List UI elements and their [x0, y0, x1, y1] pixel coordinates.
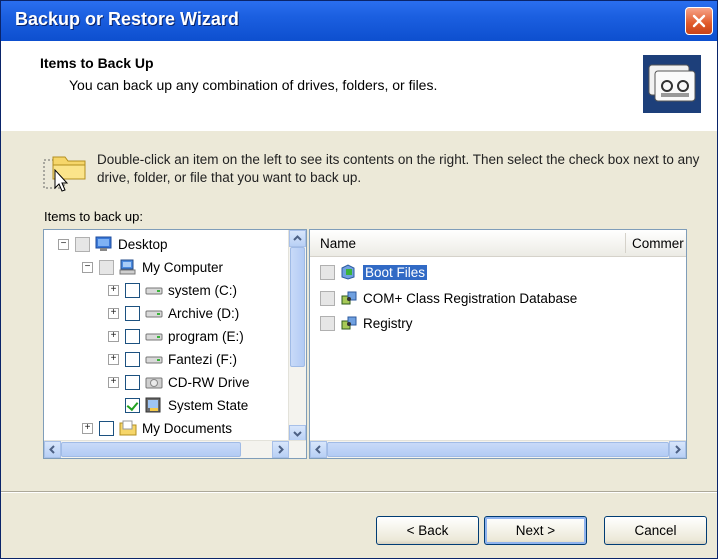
scroll-thumb[interactable]	[327, 442, 669, 457]
select-items-hint-icon	[43, 156, 86, 192]
items-to-back-up-label: Items to back up:	[44, 209, 143, 224]
computer-icon	[119, 259, 136, 275]
system-state-icon	[145, 397, 161, 413]
tree-item-fantezi-f[interactable]: + Fantezi (F:)	[108, 349, 237, 369]
tree-item-my-documents[interactable]: + My Documents	[82, 418, 232, 438]
tree-item-program-e[interactable]: + program (E:)	[108, 326, 244, 346]
expand-icon[interactable]: +	[108, 307, 119, 319]
tree-checkbox[interactable]	[99, 420, 114, 436]
scroll-left-button[interactable]	[310, 441, 327, 458]
page-title: Items to Back Up	[40, 55, 154, 71]
chevron-left-icon	[315, 445, 321, 454]
page-subtitle: You can back up any combination of drive…	[69, 77, 438, 93]
items-tree[interactable]: − Desktop − My Computer + system (C:) + …	[43, 229, 307, 459]
wizard-header: Items to Back Up You can back up any com…	[1, 41, 717, 131]
list-item-boot-files[interactable]: Boot Files	[320, 261, 428, 283]
expand-icon[interactable]: +	[82, 422, 93, 434]
tree-item-label: My Documents	[142, 420, 233, 436]
expand-icon[interactable]: +	[108, 353, 119, 365]
close-icon	[692, 14, 706, 28]
back-button[interactable]: < Back	[376, 516, 479, 545]
cancel-button[interactable]: Cancel	[604, 516, 707, 545]
drive-icon	[145, 310, 163, 318]
column-header-comment[interactable]: Commer	[632, 236, 684, 251]
collapse-icon[interactable]: −	[82, 261, 93, 273]
list-checkbox[interactable]	[320, 264, 335, 280]
cd-drive-icon	[145, 377, 163, 389]
expand-icon[interactable]: +	[108, 284, 119, 296]
tree-item-label: program (E:)	[168, 328, 244, 344]
tree-checkbox[interactable]	[99, 259, 114, 275]
window-title: Backup or Restore Wizard	[15, 9, 239, 29]
tree-checkbox[interactable]	[75, 236, 90, 252]
header-divider	[1, 130, 717, 131]
tree-checkbox[interactable]	[125, 328, 140, 344]
tree-item-cd-rw-drive[interactable]: + CD-RW Drive	[108, 372, 250, 392]
tree-item-my-computer[interactable]: − My Computer	[82, 257, 223, 277]
items-list[interactable]: Name Commer Boot Files COM+ Class Regist…	[309, 229, 687, 459]
tree-checkbox[interactable]	[125, 374, 140, 390]
tree-item-label: My Computer	[142, 259, 224, 275]
list-item-label: Registry	[363, 315, 413, 331]
wizard-window: Backup or Restore Wizard Items to Back U…	[0, 0, 718, 559]
tree-vertical-scrollbar[interactable]	[288, 230, 306, 442]
chevron-down-icon	[293, 431, 302, 437]
list-horizontal-scrollbar[interactable]	[310, 440, 686, 458]
drive-icon	[145, 356, 163, 364]
tree-item-label: Fantezi (F:)	[168, 351, 238, 367]
column-divider[interactable]	[625, 233, 626, 253]
tree-item-system-state[interactable]: System State	[125, 395, 248, 415]
tree-checkbox[interactable]	[125, 305, 140, 321]
scroll-thumb[interactable]	[61, 442, 241, 457]
tree-horizontal-scrollbar[interactable]	[44, 440, 306, 458]
chevron-up-icon	[293, 235, 302, 241]
scroll-right-button[interactable]	[669, 441, 686, 458]
column-header-name[interactable]: Name	[320, 236, 356, 251]
scroll-thumb[interactable]	[290, 247, 305, 367]
drive-icon	[145, 333, 163, 341]
chevron-left-icon	[49, 445, 55, 454]
tree-checkbox[interactable]	[125, 351, 140, 367]
tree-checkbox[interactable]	[125, 282, 140, 298]
tree-item-desktop[interactable]: − Desktop	[58, 234, 168, 254]
tree-item-archive-d[interactable]: + Archive (D:)	[108, 303, 239, 323]
close-button[interactable]	[685, 7, 713, 35]
scroll-left-button[interactable]	[44, 441, 61, 458]
tree-item-label: System State	[168, 397, 249, 413]
collapse-icon[interactable]: −	[58, 238, 69, 250]
hint-text: Double-click an item on the left to see …	[97, 152, 700, 185]
tree-item-label: Archive (D:)	[168, 305, 240, 321]
expand-icon[interactable]: +	[108, 376, 119, 388]
tree-item-label: Desktop	[118, 236, 168, 252]
tree-checkbox-checked[interactable]	[125, 397, 140, 413]
backup-tape-icon	[643, 55, 701, 113]
list-item-com-class-registration[interactable]: COM+ Class Registration Database	[320, 287, 577, 309]
list-checkbox[interactable]	[320, 290, 335, 306]
footer-divider-highlight	[1, 492, 717, 493]
tree-item-system-c[interactable]: + system (C:)	[108, 280, 237, 300]
scroll-up-button[interactable]	[289, 230, 306, 247]
list-item-registry[interactable]: Registry	[320, 312, 413, 334]
boot-files-icon	[341, 264, 355, 280]
scroll-right-button[interactable]	[272, 441, 289, 458]
component-icon	[341, 291, 357, 305]
expand-icon[interactable]: +	[108, 330, 119, 342]
next-button[interactable]: Next >	[484, 516, 587, 545]
title-bar[interactable]: Backup or Restore Wizard	[1, 1, 717, 41]
desktop-icon	[95, 236, 112, 251]
list-item-label: Boot Files	[363, 264, 428, 280]
list-column-header: Name Commer	[310, 230, 686, 257]
list-checkbox[interactable]	[320, 315, 335, 331]
tree-item-label: system (C:)	[168, 282, 237, 298]
chevron-right-icon	[278, 445, 284, 454]
drive-icon	[145, 287, 163, 295]
list-item-label: COM+ Class Registration Database	[363, 290, 578, 306]
tree-item-label: CD-RW Drive	[168, 374, 250, 390]
registry-icon	[341, 316, 357, 330]
folder-icon	[119, 420, 137, 436]
chevron-right-icon	[675, 445, 681, 454]
